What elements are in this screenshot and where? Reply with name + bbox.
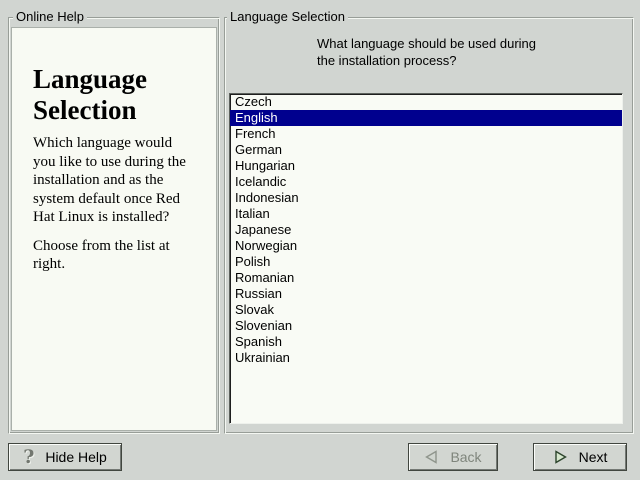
language-option-ukrainian[interactable]: Ukrainian [230,350,622,366]
language-option-french[interactable]: French [230,126,622,142]
next-button[interactable]: Next [533,443,627,471]
next-label: Next [579,449,608,465]
help-title: Language Selection [33,64,216,126]
help-content-panel: Language Selection Which language would … [11,27,217,431]
hide-help-button[interactable]: ? Hide Help [8,443,122,471]
language-option-russian[interactable]: Russian [230,286,622,302]
language-option-german[interactable]: German [230,142,622,158]
language-option-english[interactable]: English [230,110,622,126]
language-option-norwegian[interactable]: Norwegian [230,238,622,254]
language-option-hungarian[interactable]: Hungarian [230,158,622,174]
language-option-romanian[interactable]: Romanian [230,270,622,286]
language-selection-frame: Language Selection What language should … [224,17,634,434]
language-selection-frame-label: Language Selection [227,9,348,25]
back-button[interactable]: Back [408,443,498,471]
help-question-icon: ? [23,450,34,464]
help-paragraph-2: Choose from the list at right. [33,237,208,274]
language-option-indonesian[interactable]: Indonesian [230,190,622,206]
language-option-italian[interactable]: Italian [230,206,622,222]
language-option-polish[interactable]: Polish [230,254,622,270]
help-paragraph-1: Which language would you like to use dur… [33,134,208,227]
question-label: What language should be used during the … [317,35,597,69]
language-option-slovenian[interactable]: Slovenian [230,318,622,334]
language-option-slovak[interactable]: Slovak [230,302,622,318]
language-option-icelandic[interactable]: Icelandic [230,174,622,190]
language-option-japanese[interactable]: Japanese [230,222,622,238]
back-label: Back [450,449,481,465]
back-arrow-icon [424,450,439,464]
next-arrow-icon [553,450,568,464]
online-help-frame-label: Online Help [13,9,87,25]
hide-help-label: Hide Help [45,449,106,465]
language-list: CzechEnglishFrenchGermanHungarianIceland… [229,93,623,424]
online-help-frame: Online Help Language Selection Which lan… [8,17,220,434]
language-option-spanish[interactable]: Spanish [230,334,622,350]
language-option-czech[interactable]: Czech [230,94,622,110]
